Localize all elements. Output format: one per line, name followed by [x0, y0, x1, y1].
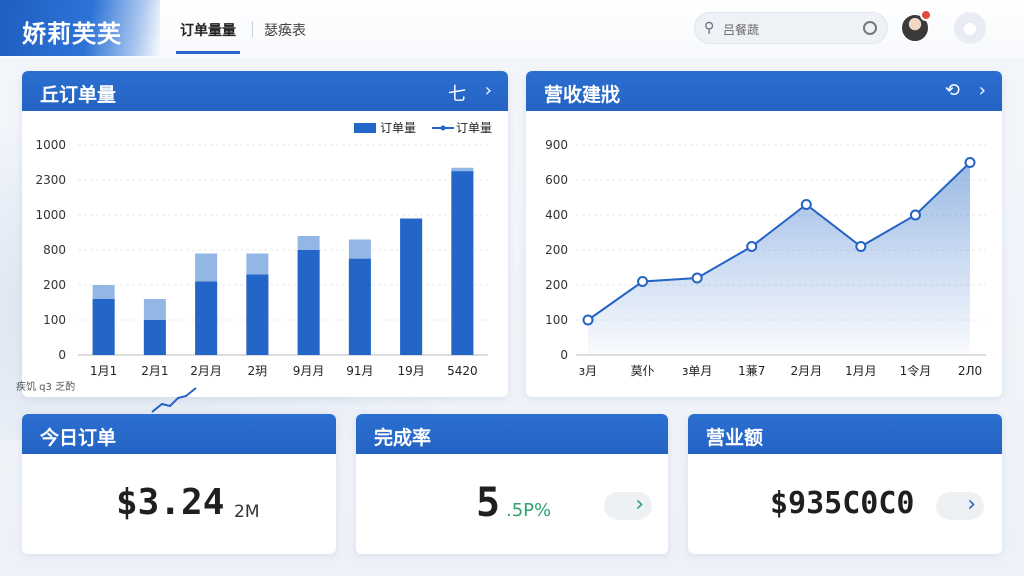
chevron-right-icon: ›	[635, 492, 644, 517]
active-tab-indicator	[176, 51, 240, 54]
bar	[348, 258, 371, 355]
legend-swatch-bar	[354, 123, 376, 133]
x-tick-label: 1令月	[900, 363, 932, 378]
today-orders-title: 今日订单	[40, 427, 117, 449]
bar	[246, 274, 269, 355]
revenue-total-card: 营业额 $935C0C0 ›	[688, 414, 1002, 554]
x-tick-label: з月	[579, 364, 597, 378]
x-tick-label: 19月	[397, 364, 424, 378]
x-tick-label: 1蒹7	[738, 364, 765, 378]
x-tick-label: 2月1	[141, 364, 168, 378]
tab-orders[interactable]: 订单量量	[180, 20, 236, 40]
chevron-right-icon: ›	[967, 492, 976, 517]
data-point	[637, 276, 649, 287]
area-fill	[588, 162, 970, 355]
completion-rate-button[interactable]: ›	[604, 492, 652, 520]
bar	[451, 171, 474, 355]
bar	[297, 250, 320, 355]
revenue-total-title: 营业额	[706, 427, 764, 449]
search-box[interactable]: ⚲ 吕餐蔬	[694, 12, 888, 44]
completion-rate-value: 5	[476, 480, 501, 526]
bar	[92, 299, 115, 355]
x-tick-label: 莫仆	[631, 364, 655, 378]
bar	[400, 218, 423, 355]
data-point	[746, 241, 758, 252]
user-menu-button[interactable]: ●	[954, 12, 986, 44]
x-tick-label: з单月	[682, 364, 712, 378]
y-tick-label: 200	[545, 243, 568, 257]
clear-icon[interactable]	[863, 21, 877, 35]
bar	[143, 320, 166, 355]
tab-reports[interactable]: 瑟痪表	[264, 20, 306, 40]
bar	[195, 281, 218, 355]
revenue-total-value: $935C0C0	[770, 486, 915, 521]
top-bar: 娇莉芙芙 订单量量 瑟痪表 ⚲ 吕餐蔬 ●	[0, 0, 1024, 58]
search-icon: ⚲	[704, 20, 715, 36]
data-point	[582, 314, 594, 326]
completion-rate-card: 完成率 5 .5P% ›	[356, 414, 668, 554]
y-tick-label: 0	[560, 348, 568, 362]
y-tick-label: 1000	[35, 208, 66, 222]
today-orders-value: $3.24	[116, 482, 225, 523]
revenue-chevron-icon[interactable]: ›	[979, 80, 986, 101]
search-placeholder: 吕餐蔬	[723, 23, 760, 37]
refresh-icon[interactable]: ⟲	[945, 80, 960, 101]
user-icon: ●	[963, 18, 977, 37]
revenue-card-title: 营收建戕	[544, 84, 621, 106]
orders-bar-chart: 0 100 200 800 1000 2300 1000 1月1 2月1 2月月 2玥 9月月 91月 1…	[35, 121, 492, 378]
today-orders-card: 今日订单 $3.24 2M	[22, 414, 336, 554]
revenue-line-chart: 0 100 200 200 400 600 900 з月 莫仆 з单月 1蒹7 2月月 1月月 1令月 2Л…	[545, 138, 986, 378]
y-tick-label: 200	[43, 278, 66, 292]
data-point	[691, 272, 703, 284]
data-point	[964, 157, 976, 168]
x-tick-label: 1月1	[90, 364, 117, 378]
data-point	[909, 209, 921, 221]
y-tick-label: 800	[43, 243, 66, 257]
brand-logo: 娇莉芙芙	[0, 0, 160, 56]
x-tick-label: 2月月	[190, 364, 222, 378]
y-tick-label: 100	[545, 313, 568, 327]
revenue-card-header: 营收建戕 ⟲ ›	[526, 71, 1002, 111]
data-point	[800, 199, 812, 210]
x-tick-label: 5420	[447, 364, 478, 378]
x-tick-label: 2Л0	[958, 364, 982, 378]
y-tick-label: 200	[545, 278, 568, 292]
data-point	[855, 241, 867, 252]
notification-badge	[920, 9, 932, 21]
orders-chart-card: 丘订单量 七 › 0 100 200 800 1000 2300 1000 1月1 2月1 2月月…	[22, 71, 508, 397]
completion-rate-suffix: .5P%	[506, 500, 552, 521]
revenue-chart-card: 营收建戕 ⟲ › 0 100 200 200 400 600 900 з月 莫仆 з单月 1蒹7 2月…	[526, 71, 1002, 397]
legend-label-line: 订单量	[456, 121, 492, 135]
x-tick-label: 9月月	[293, 364, 325, 378]
tab-divider	[252, 21, 253, 37]
x-tick-label: 2月月	[790, 364, 822, 378]
orders-card-title: 丘订单量	[40, 84, 117, 106]
y-tick-label: 900	[545, 138, 568, 152]
legend-label-bar: 订单量	[380, 121, 416, 135]
floating-note: 疾饥 q3 乏酌	[16, 382, 76, 393]
orders-action-icon[interactable]: 七	[448, 80, 466, 106]
y-tick-label: 600	[545, 173, 568, 187]
orders-card-header: 丘订单量 七 ›	[22, 71, 508, 111]
y-tick-label: 1000	[35, 138, 66, 152]
y-tick-label: 100	[43, 313, 66, 327]
legend-marker-line	[440, 125, 446, 131]
x-tick-label: 1月月	[845, 364, 877, 378]
y-tick-label: 400	[545, 208, 568, 222]
today-orders-suffix: 2M	[234, 502, 260, 522]
x-tick-label: 2玥	[248, 364, 268, 378]
orders-chevron-icon[interactable]: ›	[485, 80, 492, 101]
completion-rate-header: 完成率	[356, 414, 668, 454]
y-tick-label: 0	[58, 348, 66, 362]
revenue-total-header: 营业额	[688, 414, 1002, 454]
y-tick-label: 2300	[35, 173, 66, 187]
x-tick-label: 91月	[346, 364, 373, 378]
sparkline-decoration	[151, 387, 197, 413]
revenue-total-button[interactable]: ›	[936, 492, 984, 520]
today-orders-header: 今日订单	[22, 414, 336, 454]
completion-rate-title: 完成率	[374, 427, 432, 449]
